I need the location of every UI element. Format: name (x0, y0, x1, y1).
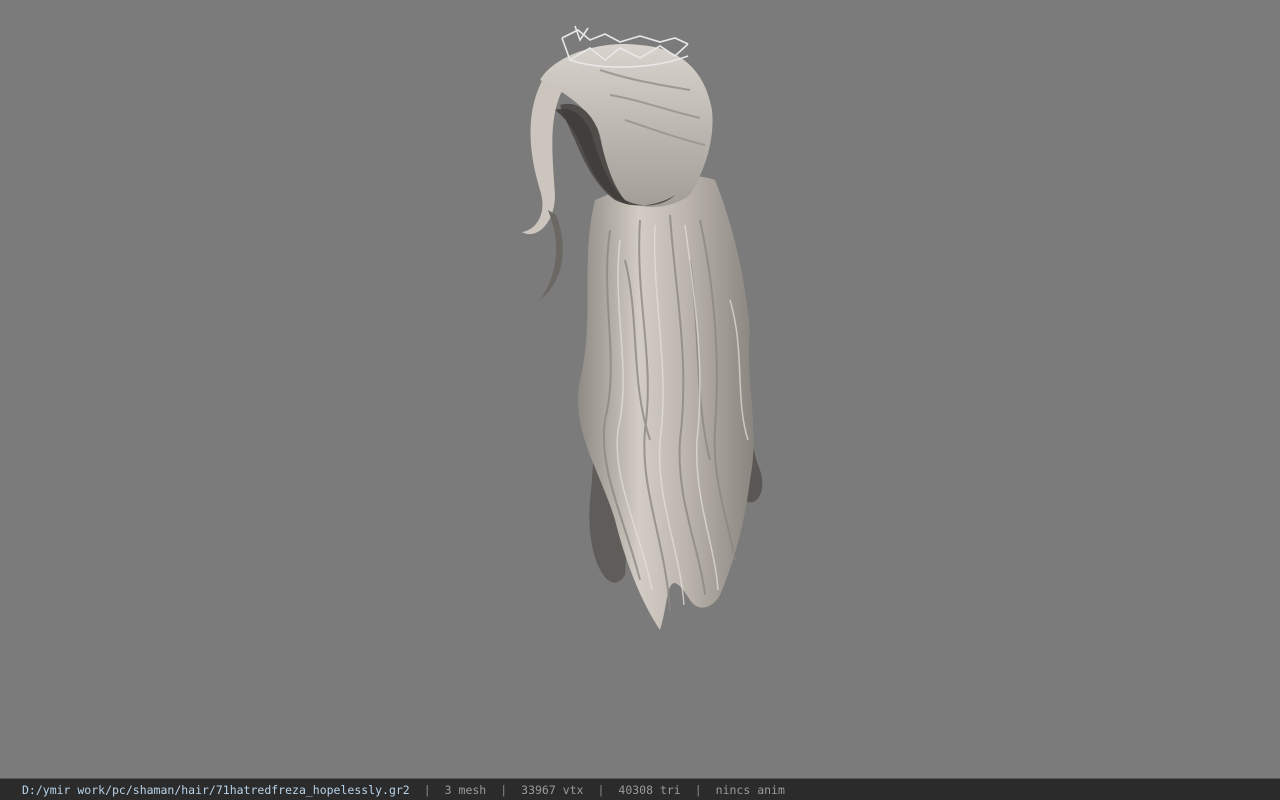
status-bar: D:/ymir work/pc/shaman/hair/71hatredfrez… (0, 778, 1280, 800)
separator: | (500, 782, 508, 797)
hair-model (522, 25, 763, 630)
3d-viewport[interactable] (0, 0, 1280, 778)
separator: | (597, 782, 605, 797)
file-path: D:/ymir work/pc/shaman/hair/71hatredfrez… (22, 782, 410, 797)
triangle-count: 40308 tri (618, 782, 681, 797)
mesh-count: 3 mesh (444, 782, 487, 797)
separator: | (423, 782, 431, 797)
vertex-count: 33967 vtx (521, 782, 584, 797)
separator: | (694, 782, 702, 797)
animation-status: nincs anim (715, 782, 785, 797)
